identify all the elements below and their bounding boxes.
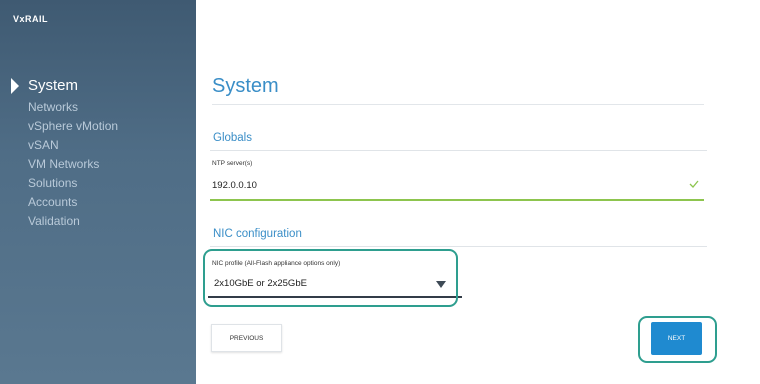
title-divider bbox=[212, 104, 704, 105]
sidebar-item-vsan[interactable]: vSAN bbox=[28, 136, 118, 155]
logo-text: VxRAIL bbox=[13, 14, 49, 24]
nic-heading: NIC configuration bbox=[213, 228, 302, 240]
sidebar-item-system[interactable]: System bbox=[28, 76, 118, 97]
ntp-input-underline bbox=[210, 199, 704, 201]
nic-profile-highlight bbox=[203, 249, 458, 307]
sidebar-item-accounts[interactable]: Accounts bbox=[28, 193, 118, 212]
next-button-highlight bbox=[638, 316, 717, 363]
globals-divider bbox=[210, 150, 707, 151]
previous-button[interactable]: PREVIOUS bbox=[211, 324, 282, 352]
nic-divider bbox=[210, 246, 707, 247]
sidebar-nav: System Networks vSphere vMotion vSAN VM … bbox=[11, 76, 118, 231]
ntp-label: NTP server(s) bbox=[212, 160, 253, 167]
sidebar-item-vsphere-vmotion[interactable]: vSphere vMotion bbox=[28, 117, 118, 136]
sidebar-item-validation[interactable]: Validation bbox=[28, 212, 118, 231]
app-logo: VxRAIL bbox=[13, 14, 48, 24]
active-step-arrow-icon bbox=[11, 78, 19, 94]
sidebar-item-vm-networks[interactable]: VM Networks bbox=[28, 155, 118, 174]
sidebar-item-networks[interactable]: Networks bbox=[28, 98, 118, 117]
valid-check-icon bbox=[689, 180, 699, 188]
ntp-server-input[interactable]: 192.0.0.10 bbox=[212, 180, 257, 191]
sidebar: VxRAIL System Networks vSphere vMotion v… bbox=[0, 0, 196, 384]
sidebar-item-solutions[interactable]: Solutions bbox=[28, 174, 118, 193]
globals-heading: Globals bbox=[213, 132, 252, 144]
page-title: System bbox=[212, 75, 279, 97]
